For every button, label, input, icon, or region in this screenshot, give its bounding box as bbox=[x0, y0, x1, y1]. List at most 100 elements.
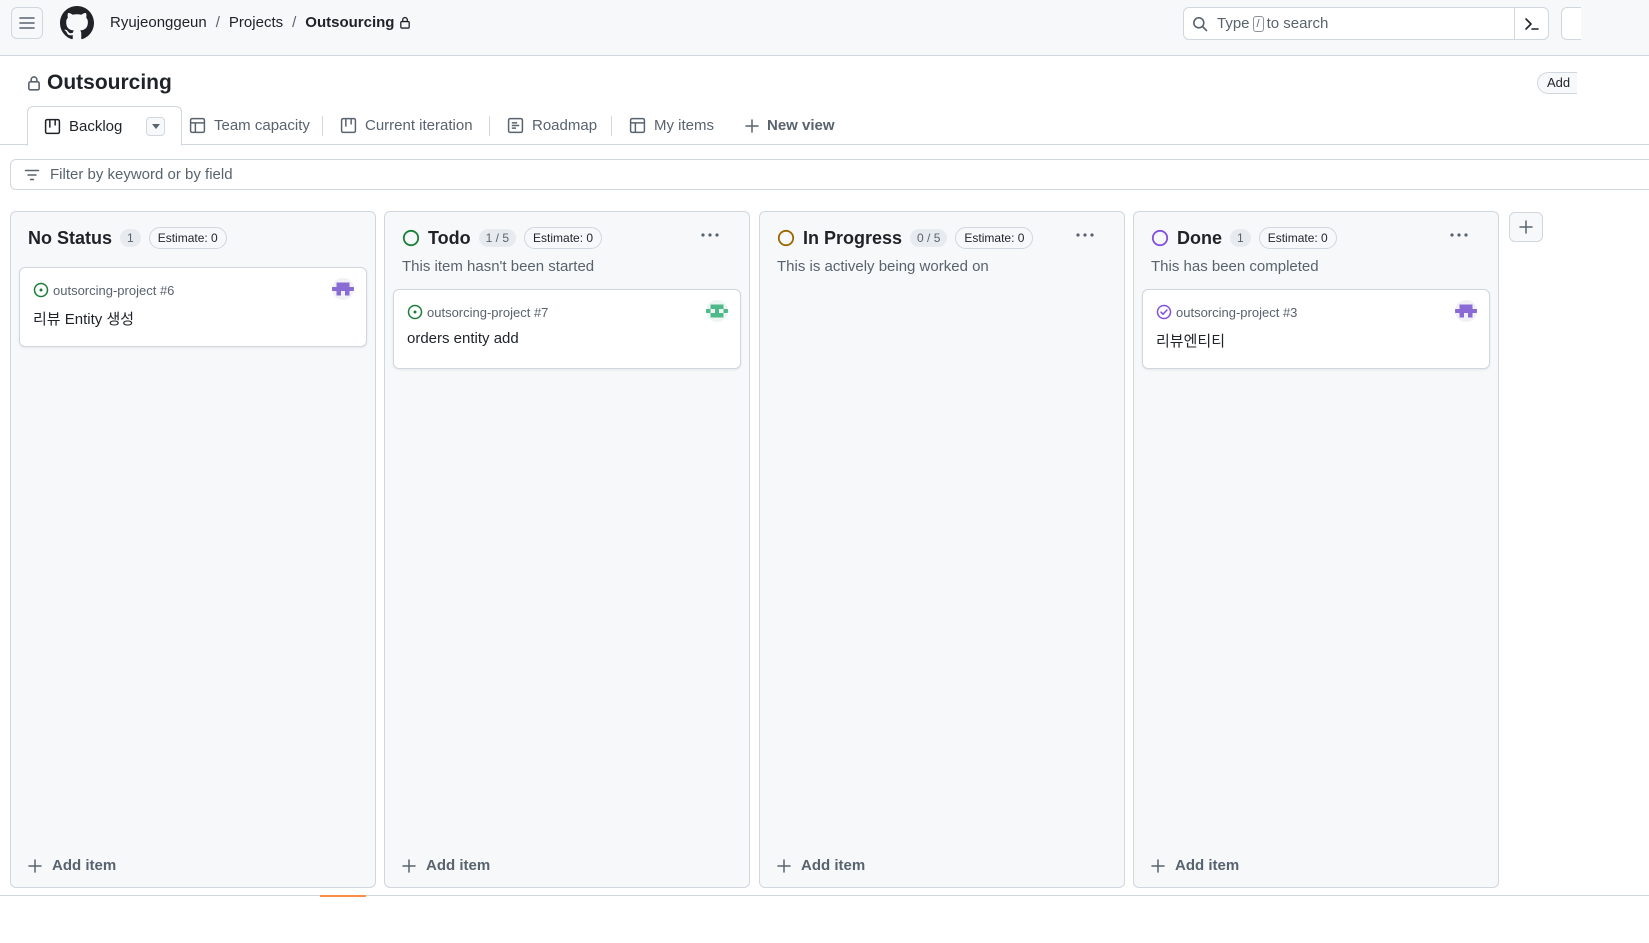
kebab-horizontal-icon bbox=[1076, 233, 1094, 237]
column-more-button[interactable] bbox=[1072, 226, 1098, 244]
filter-input[interactable]: Filter by keyword or by field bbox=[10, 159, 1649, 190]
card-reference-text[interactable]: outsorcing-project #7 bbox=[427, 305, 548, 320]
add-item-button[interactable]: Add item bbox=[777, 857, 865, 874]
header-action-button[interactable] bbox=[1561, 7, 1581, 40]
column-header: Done 1 Estimate: 0 bbox=[1151, 227, 1337, 249]
column-header: Todo 1 / 5 Estimate: 0 bbox=[402, 227, 603, 249]
new-view-button[interactable]: New view bbox=[745, 106, 835, 145]
tab-label: Roadmap bbox=[532, 117, 598, 134]
board-card[interactable]: outsorcing-project #3 리뷰엔티티 bbox=[1142, 289, 1490, 369]
column-description: This item hasn't been started bbox=[402, 258, 595, 275]
column-more-button[interactable] bbox=[1446, 226, 1472, 244]
add-status-update-button[interactable]: Add bbox=[1537, 72, 1577, 94]
scroll-indicator bbox=[320, 895, 366, 897]
add-item-label: Add item bbox=[52, 857, 117, 874]
command-palette-button[interactable] bbox=[1514, 8, 1548, 39]
plus-icon bbox=[402, 858, 416, 873]
add-item-button[interactable]: Add item bbox=[402, 857, 490, 874]
column-count-badge: 1 / 5 bbox=[478, 229, 517, 247]
plus-icon bbox=[1519, 220, 1533, 234]
add-item-label: Add item bbox=[1175, 857, 1240, 874]
tab-team-capacity[interactable]: Team capacity bbox=[189, 106, 310, 145]
avatar[interactable] bbox=[1455, 300, 1477, 322]
breadcrumb: Ryujeonggeun / Projects / Outsourcing bbox=[110, 14, 411, 31]
breadcrumb-projects[interactable]: Projects bbox=[229, 14, 283, 31]
identicon-avatar-icon bbox=[332, 278, 354, 300]
board-card[interactable]: outsorcing-project #6 리뷰 Entity 생성 bbox=[19, 267, 367, 347]
identicon-avatar-icon bbox=[1455, 300, 1477, 322]
lock-icon bbox=[28, 76, 40, 91]
hamburger-icon bbox=[19, 17, 35, 29]
add-column-button[interactable] bbox=[1509, 212, 1543, 242]
plus-icon bbox=[1151, 858, 1165, 873]
avatar[interactable] bbox=[332, 278, 354, 300]
tab-my-items[interactable]: My items bbox=[629, 106, 714, 145]
column-count-badge: 0 / 5 bbox=[910, 229, 948, 247]
roadmap-view-icon bbox=[507, 117, 524, 134]
github-logo-icon[interactable] bbox=[60, 6, 94, 40]
status-circle-icon bbox=[777, 229, 795, 247]
column-title: Todo bbox=[428, 227, 471, 248]
board-view-icon bbox=[44, 118, 61, 134]
tab-label: My items bbox=[654, 117, 714, 134]
card-title[interactable]: 리뷰 Entity 생성 bbox=[33, 308, 134, 329]
board-column-in-progress: In Progress 0 / 5 Estimate: 0 This is ac… bbox=[759, 211, 1125, 888]
hamburger-menu-button[interactable] bbox=[11, 7, 43, 39]
search-placeholder-prefix: Type bbox=[1217, 15, 1250, 32]
card-title[interactable]: 리뷰엔티티 bbox=[1156, 330, 1225, 351]
column-estimate-badge: Estimate: 0 bbox=[524, 227, 603, 249]
search-shortcut-key: / bbox=[1252, 15, 1264, 32]
board-column-no-status: No Status 1 Estimate: 0 outsorcing-proje… bbox=[10, 211, 376, 888]
add-item-label: Add item bbox=[801, 857, 866, 874]
issue-opened-icon bbox=[33, 282, 49, 298]
add-item-button[interactable]: Add item bbox=[1151, 857, 1239, 874]
global-search-input[interactable]: Type / to search bbox=[1183, 7, 1549, 40]
column-count-badge: 1 bbox=[120, 229, 141, 247]
add-item-label: Add item bbox=[426, 857, 491, 874]
identicon-avatar-icon bbox=[706, 300, 728, 322]
column-more-button[interactable] bbox=[697, 226, 723, 244]
add-item-button[interactable]: Add item bbox=[28, 857, 116, 874]
board-bottom-border bbox=[0, 895, 1649, 896]
triangle-down-icon bbox=[151, 123, 160, 129]
filter-placeholder: Filter by keyword or by field bbox=[50, 166, 233, 183]
card-reference-text[interactable]: outsorcing-project #6 bbox=[53, 283, 174, 298]
column-count-badge: 1 bbox=[1230, 229, 1251, 247]
status-circle-icon bbox=[402, 229, 420, 247]
tab-label: Backlog bbox=[69, 117, 123, 135]
avatar[interactable] bbox=[706, 300, 728, 322]
tab-divider bbox=[611, 116, 612, 136]
column-estimate-badge: Estimate: 0 bbox=[1258, 227, 1337, 249]
board-column-todo: Todo 1 / 5 Estimate: 0 This item hasn't … bbox=[384, 211, 750, 888]
project-title: Outsourcing bbox=[27, 71, 172, 95]
tab-backlog[interactable]: Backlog bbox=[27, 106, 183, 146]
breadcrumb-current-label: Outsourcing bbox=[305, 14, 395, 31]
status-circle-icon bbox=[1151, 229, 1169, 247]
kebab-horizontal-icon bbox=[1450, 233, 1468, 237]
column-header: In Progress 0 / 5 Estimate: 0 bbox=[777, 227, 1034, 249]
search-placeholder-suffix: to search bbox=[1266, 15, 1329, 32]
card-reference: outsorcing-project #6 bbox=[33, 282, 174, 298]
column-estimate-badge: Estimate: 0 bbox=[148, 227, 227, 249]
breadcrumb-current-project[interactable]: Outsourcing bbox=[305, 14, 411, 31]
tab-divider bbox=[322, 116, 323, 136]
filter-icon bbox=[24, 169, 40, 180]
tab-current-iteration[interactable]: Current iteration bbox=[340, 106, 473, 145]
kebab-horizontal-icon bbox=[701, 233, 719, 237]
board-column-done: Done 1 Estimate: 0 This has been complet… bbox=[1133, 211, 1499, 888]
view-options-dropdown[interactable] bbox=[146, 116, 166, 136]
tab-label: Team capacity bbox=[214, 117, 310, 134]
board-card[interactable]: outsorcing-project #7 orders entity add bbox=[393, 289, 741, 369]
column-title: Done bbox=[1177, 227, 1222, 248]
view-tabs: Backlog Team capacity Current iteration … bbox=[0, 106, 1649, 146]
tab-divider bbox=[489, 116, 490, 136]
tab-roadmap[interactable]: Roadmap bbox=[507, 106, 597, 145]
plus-icon bbox=[777, 858, 791, 873]
plus-icon bbox=[28, 858, 42, 873]
column-title: No Status bbox=[28, 227, 113, 248]
terminal-icon bbox=[1524, 17, 1539, 30]
global-header: Ryujeonggeun / Projects / Outsourcing Ty… bbox=[0, 0, 1649, 56]
card-title[interactable]: orders entity add bbox=[407, 330, 519, 347]
breadcrumb-owner[interactable]: Ryujeonggeun bbox=[110, 14, 207, 31]
card-reference-text[interactable]: outsorcing-project #3 bbox=[1176, 305, 1297, 320]
